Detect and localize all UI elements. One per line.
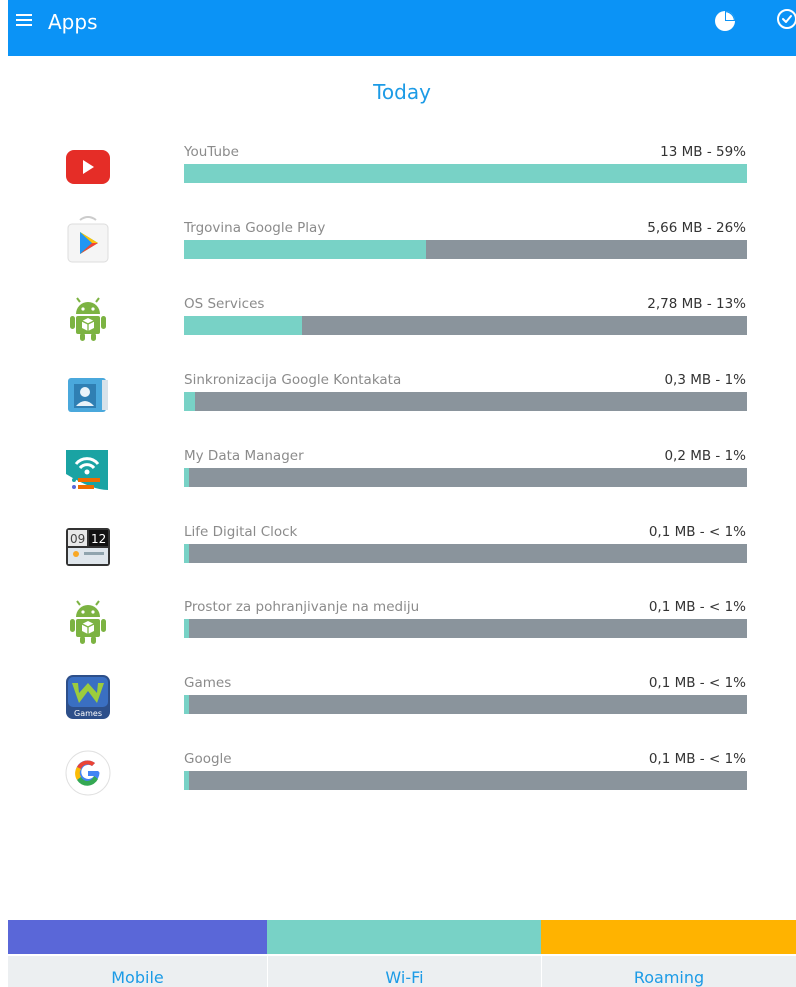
usage-bar [184, 467, 747, 487]
google-play-icon [62, 215, 114, 268]
contacts-icon [62, 368, 114, 420]
app-name: Prostor za pohranjivanje na mediju [184, 599, 420, 616]
usage-bar [184, 543, 747, 563]
app-name: YouTube [184, 144, 239, 160]
usage-bar-fill [184, 391, 196, 411]
app-usage-row[interactable]: YouTube 13 MB - 59% [8, 140, 796, 206]
clock-icon[interactable] [776, 8, 796, 30]
app-usage-value: 2,78 MB - 13% [647, 295, 746, 312]
wifi-color-block[interactable] [267, 920, 541, 954]
usage-bar-fill [184, 239, 427, 259]
svg-text:12: 12 [91, 532, 106, 546]
app-usage-row[interactable]: 09 12 Life Digital Clock 0,1 MB - < 1% [8, 520, 796, 586]
app-title: Apps [48, 10, 98, 34]
roaming-color-block[interactable] [541, 920, 796, 954]
app-name: Life Digital Clock [184, 523, 298, 540]
app-usage-row[interactable]: Google 0,1 MB - < 1% [8, 747, 796, 813]
section-title-today: Today [373, 80, 431, 104]
left-margin [0, 0, 8, 987]
pie-chart-icon[interactable] [714, 10, 736, 32]
usage-bar [184, 391, 747, 411]
usage-bar [184, 695, 747, 715]
app-usage-row[interactable]: Games Games 0,1 MB - < 1% [8, 671, 796, 737]
usage-bar-fill [184, 619, 189, 639]
app-usage-row[interactable]: Prostor za pohranjivanje na mediju 0,1 MB… [8, 595, 796, 661]
network-tabs: Mobile Wi-Fi Roaming [8, 956, 796, 987]
games-icon: Games [62, 671, 114, 723]
usage-bar-fill [184, 543, 189, 563]
tab-roaming[interactable]: Roaming [541, 956, 796, 987]
svg-text:09: 09 [70, 532, 85, 546]
usage-bar-fill [184, 315, 303, 335]
app-usage-row[interactable]: Trgovina Google Play 5,66 MB - 26% [8, 215, 796, 282]
app-name: Games [184, 675, 232, 692]
svg-text:Games: Games [74, 709, 102, 718]
usage-bar-fill [184, 771, 189, 791]
network-color-strip [8, 920, 796, 954]
app-usage-value: 0,1 MB - < 1% [648, 523, 746, 540]
app-name: Google [184, 751, 232, 768]
app-usage-value: 0,1 MB - < 1% [648, 599, 746, 616]
usage-bar [184, 315, 747, 335]
app-bar: Apps [8, 0, 796, 56]
google-icon [62, 747, 114, 799]
app-usage-value: 13 MB - 59% [660, 144, 746, 160]
usage-bar [184, 239, 747, 259]
app-usage-value: 0,1 MB - < 1% [648, 675, 746, 692]
app-name: Sinkronizacija Google Kontakata [184, 371, 402, 388]
app-name: My Data Manager [184, 447, 304, 464]
my-data-manager-icon [62, 444, 114, 496]
android-icon [62, 595, 114, 647]
hamburger-menu-icon[interactable] [16, 14, 34, 28]
mobile-color-block[interactable] [8, 920, 267, 954]
app-usage-value: 5,66 MB - 26% [647, 219, 746, 236]
app-usage-row[interactable]: OS Services 2,78 MB - 13% [8, 292, 796, 358]
app-usage-row[interactable]: Sinkronizacija Google Kontakata 0,3 MB - … [8, 368, 796, 434]
usage-bar-fill [184, 467, 189, 487]
app-usage-row[interactable]: My Data Manager 0,2 MB - 1% [8, 444, 796, 510]
youtube-icon [62, 140, 114, 192]
usage-bar-fill [184, 695, 189, 715]
app-usage-value: 0,3 MB - 1% [664, 371, 746, 388]
usage-bar-fill [184, 164, 747, 183]
usage-bar [184, 771, 747, 791]
tab-wifi[interactable]: Wi-Fi [267, 956, 541, 987]
digital-clock-icon: 09 12 [62, 520, 114, 572]
android-icon [62, 292, 114, 344]
usage-bar [184, 164, 747, 183]
usage-bar [184, 619, 747, 639]
app-name: OS Services [184, 295, 265, 312]
tab-mobile[interactable]: Mobile [8, 956, 267, 987]
app-usage-value: 0,2 MB - 1% [664, 447, 746, 464]
app-name: Trgovina Google Play [184, 219, 326, 236]
app-usage-value: 0,1 MB - < 1% [648, 751, 746, 768]
